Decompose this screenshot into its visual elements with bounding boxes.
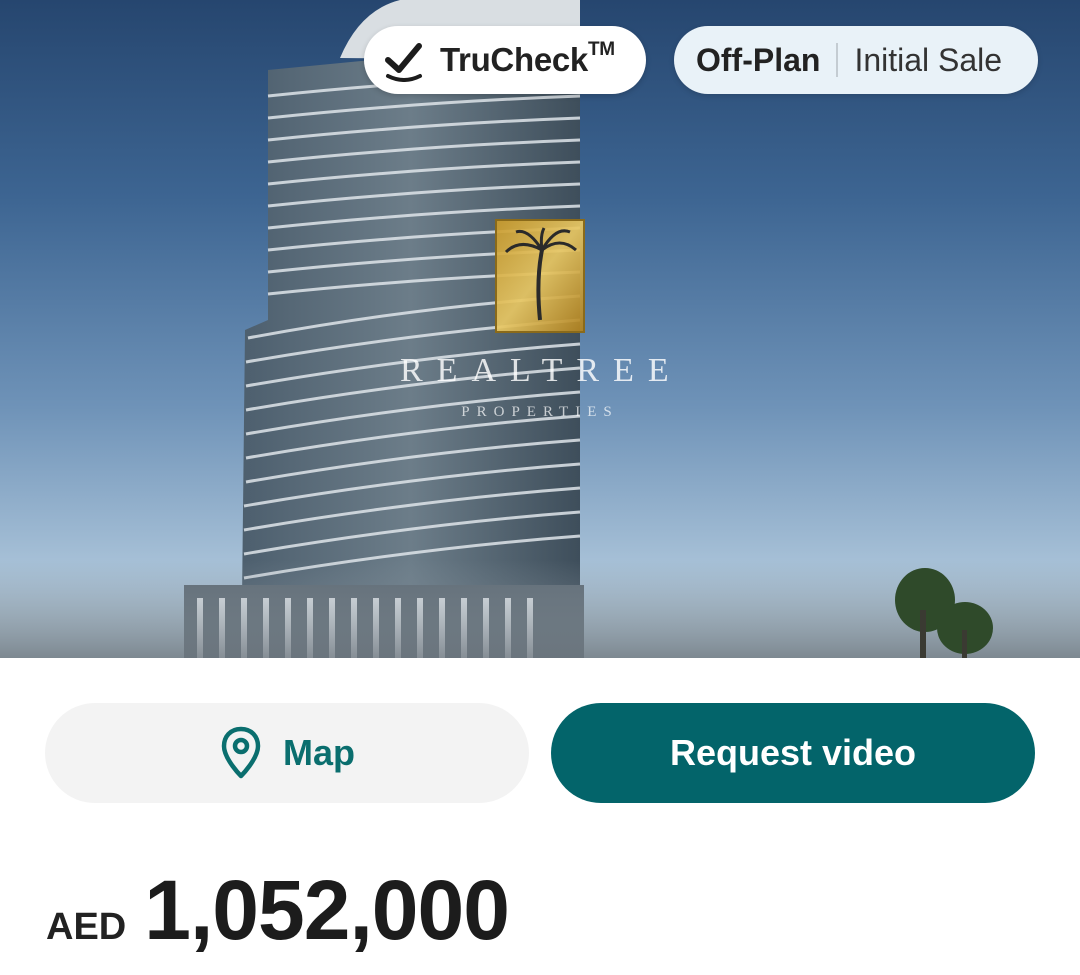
- status-offplan: Off-Plan: [696, 41, 821, 78]
- request-video-label: Request video: [669, 732, 917, 773]
- map-label: Map: [283, 732, 355, 773]
- check-badge-icon: [385, 43, 422, 82]
- completion-status-chip: Off-Plan Initial Sale: [674, 26, 1038, 94]
- watermark-brand: REALTREE: [400, 352, 683, 389]
- trucheck-badge[interactable]: TruCheckTM: [364, 26, 646, 94]
- trucheck-label: TruCheckTM: [440, 39, 615, 78]
- listing-price: AED 1,052,000: [46, 862, 510, 959]
- status-divider: [836, 43, 839, 77]
- price-currency: AED: [46, 906, 127, 948]
- watermark-sub: PROPERTIES: [461, 404, 619, 420]
- request-video-button[interactable]: Request video: [551, 703, 1035, 803]
- trademark-mark: TM: [588, 39, 615, 60]
- status-sale-type: Initial Sale: [854, 41, 1003, 78]
- price-amount: 1,052,000: [144, 863, 510, 957]
- location-pin-icon: [221, 726, 261, 779]
- listing-hero-image[interactable]: REALTREE PROPERTIES TruCheckTM Off-Plan …: [0, 0, 1080, 658]
- building-photo: [0, 0, 1080, 658]
- map-button[interactable]: Map: [45, 703, 529, 803]
